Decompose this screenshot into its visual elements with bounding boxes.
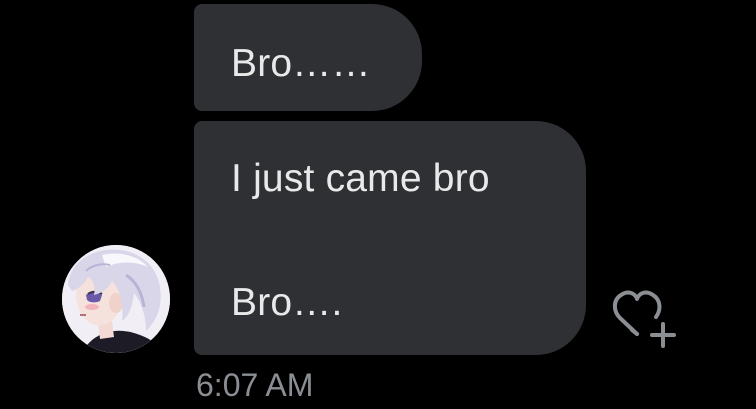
message-bubble[interactable]: I just came bro Bro…. xyxy=(194,121,586,355)
message-text: Bro…. xyxy=(231,281,343,324)
message-bubble[interactable]: Bro…… xyxy=(194,4,422,111)
message-text: I just came bro xyxy=(231,157,490,200)
anime-avatar-image xyxy=(62,245,170,353)
heart-plus-icon xyxy=(612,290,676,348)
avatar[interactable] xyxy=(62,245,170,353)
message-timestamp: 6:07 AM xyxy=(196,367,314,403)
like-button[interactable] xyxy=(612,290,682,352)
message-text: Bro…… xyxy=(231,42,371,85)
